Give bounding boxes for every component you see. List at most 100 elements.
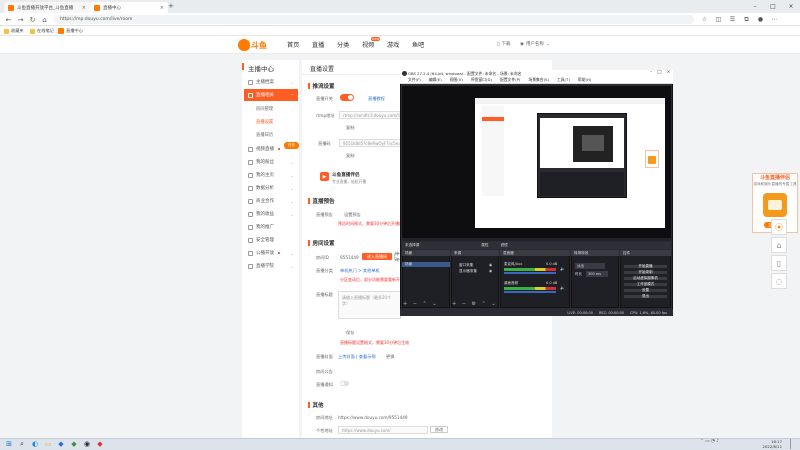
sidebar-item-fans[interactable]: 我的粉丝 ⌄ [244,156,298,168]
custom-url-button[interactable]: 修改 [430,426,448,433]
live-notify-toggle[interactable] [340,381,349,386]
tutorial-link[interactable]: 直播教程 [368,96,385,102]
url-input[interactable]: https://mp.douyu.com/live/room [54,15,694,24]
app-icon[interactable]: ◆ [95,439,105,449]
speaker-icon[interactable]: 🔈 [560,266,565,271]
back-icon[interactable]: ← [4,15,13,24]
nav-live[interactable]: 直播 [312,40,324,49]
title-textarea[interactable]: 请输入直播标题（最多20个字） [338,291,401,319]
mobile-icon[interactable]: ▯ [771,255,787,271]
refresh-icon[interactable]: ↻ [28,15,37,24]
properties-button[interactable]: 属性 [481,243,488,248]
sidebar-item-academy[interactable]: 直播学院 ⌄ [244,260,298,272]
play-circle-icon[interactable]: ⦿ [771,219,787,235]
search-icon[interactable]: ⌕ [17,439,27,449]
speaker-icon[interactable]: 🔈 [560,285,565,290]
bookmark-item[interactable]: 收藏夹 [4,27,24,35]
obs-exit-button[interactable]: 退出 [623,294,668,299]
obs-menu-scenes[interactable]: 场景集合(S) [528,77,549,83]
show-desktop-button[interactable] [790,439,796,449]
sidebar-item-live[interactable]: 直播相关 ⌃ [244,89,298,101]
scene-item[interactable]: 场景 [402,262,450,267]
obs-menu-view[interactable]: 视图(V) [450,77,463,83]
bookmark-item[interactable]: 直播中心 [58,27,83,35]
obs-menu-help[interactable]: 帮助(H) [578,77,591,83]
obs-taskbar-icon[interactable]: ◉ [82,439,92,449]
download-link[interactable]: ▯ 下载 [497,41,510,48]
file-explorer-icon[interactable]: ▭ [43,439,53,449]
new-tab-icon[interactable]: + [168,2,176,12]
sidebar-item-home[interactable]: 我的主页 ⌄ [244,169,298,181]
eye-icon[interactable]: ◉ [489,263,492,267]
app-icon[interactable]: ◆ [69,439,79,449]
filters-button[interactable]: 滤镜 [501,243,508,248]
sidebar-item-data[interactable]: 数据分析 ⌄ [244,182,298,194]
sidebar-item-profile[interactable]: 主播档案 ⌄ [244,76,298,88]
douyu-logo[interactable]: 斗鱼 [238,38,272,52]
browser-tab-active[interactable]: 直播中心 × [90,2,168,13]
source-item[interactable]: 窗口采集 [456,263,486,268]
desktop-volume-slider[interactable] [504,291,556,293]
virtual-camera-button[interactable]: 启动虚拟摄像机 [623,276,668,281]
notice-value[interactable]: 设置预告 [344,212,361,218]
favorites-icon[interactable]: ☰ [728,15,737,24]
obs-menu-profile[interactable]: 配置文件(P) [500,77,520,83]
close-tab-icon[interactable]: × [82,5,86,11]
eye-icon[interactable]: ◉ [489,269,492,273]
obs-settings-button[interactable]: 设置 [623,288,668,293]
sidebar-sub-calendar[interactable]: 直播日历 [256,132,273,138]
close-window-icon[interactable]: × [667,70,671,75]
obs-menu-docks[interactable]: 停靠窗口(D) [471,77,492,83]
sidebar-item-open[interactable]: 公播开放 ⌄ [244,247,298,259]
close-window-icon[interactable]: × [782,0,800,13]
nav-home[interactable]: 首页 [287,40,299,49]
home-icon[interactable]: ⌂ [40,15,49,24]
tool-title[interactable]: 斗鱼直播伴侣 [332,172,360,178]
profile-icon[interactable]: ● [756,15,765,24]
rtmp-field[interactable]: rtmp://sendtc3.douyu.com/live [339,111,401,119]
live-toggle[interactable] [340,94,354,101]
cover-link[interactable]: 上传封面 | 查看示例 [338,354,376,360]
save-title-button[interactable]: 保存 [346,330,354,336]
transition-select[interactable]: 淡出 [575,263,605,269]
minimize-icon[interactable]: – [746,0,764,13]
maximize-icon[interactable]: □ [764,0,782,13]
settings-menu-icon[interactable]: ⋯ [770,15,779,24]
copy-code-button[interactable]: 复制 [346,153,354,159]
start-streaming-button[interactable]: 开始直播 [623,264,668,269]
copy-rtmp-button[interactable]: 复制 [346,125,354,131]
mic-volume-slider[interactable] [504,272,556,274]
system-tray-icons[interactable]: ⌃ ▭ ◔ ♪ [700,439,719,444]
home-icon[interactable]: ⌂ [771,237,787,253]
sidebar-item-income[interactable]: 我的收益 ⌄ [244,208,298,220]
start-recording-button[interactable]: 开始录制 [623,270,668,275]
nav-fishbar[interactable]: 鱼吧 [412,40,424,49]
source-add-remove-icons[interactable]: + − ⚙ ⌃ ⌄ [452,301,498,307]
user-menu[interactable]: ◉ 用户名称 ⌄ [520,41,550,48]
windows-start-icon[interactable]: ⊞ [4,439,14,449]
sidebar-sub-settings[interactable]: 直播设置 [256,119,273,125]
sidebar-item-security[interactable]: 安全管理 [244,234,298,246]
extensions-icon[interactable]: ◫ [714,15,723,24]
preview-scrollbar[interactable] [402,238,671,241]
source-item[interactable]: 显示器采集 [456,269,486,274]
nav-video[interactable]: 视频 new [362,37,381,49]
stream-code-field[interactable]: 9551k8d5?c8eRwOyF?nc5e= [339,139,401,147]
collections-icon[interactable]: ⧉ [742,15,751,24]
nav-game[interactable]: 游戏 [387,40,399,49]
browser-tab[interactable]: 斗鱼直播开放平台_斗鱼直播 × [4,2,90,13]
app-icon[interactable]: ◆ [56,439,66,449]
obs-menu-tools[interactable]: 工具(T) [557,77,570,83]
category-value[interactable]: 单机热门 > 其他单机 [340,268,380,274]
cover-change-button[interactable]: 更换 [386,354,394,360]
minimize-icon[interactable]: – [650,70,652,75]
sidebar-sub-room[interactable]: 房间管理 [256,106,273,112]
duration-field[interactable]: 300 ms [586,271,608,277]
enter-room-button[interactable]: 进入直播间 [362,253,392,260]
studio-mode-button[interactable]: 工作室模式 [623,282,668,287]
clock[interactable]: 16:17 2022/8/11 [752,439,782,449]
obs-window-controls[interactable]: – □ × [650,70,670,75]
service-icon[interactable]: ◌ [771,273,787,289]
forward-icon[interactable]: → [16,15,25,24]
sidebar-item-business[interactable]: 商业合作 ⌄ [244,195,298,207]
